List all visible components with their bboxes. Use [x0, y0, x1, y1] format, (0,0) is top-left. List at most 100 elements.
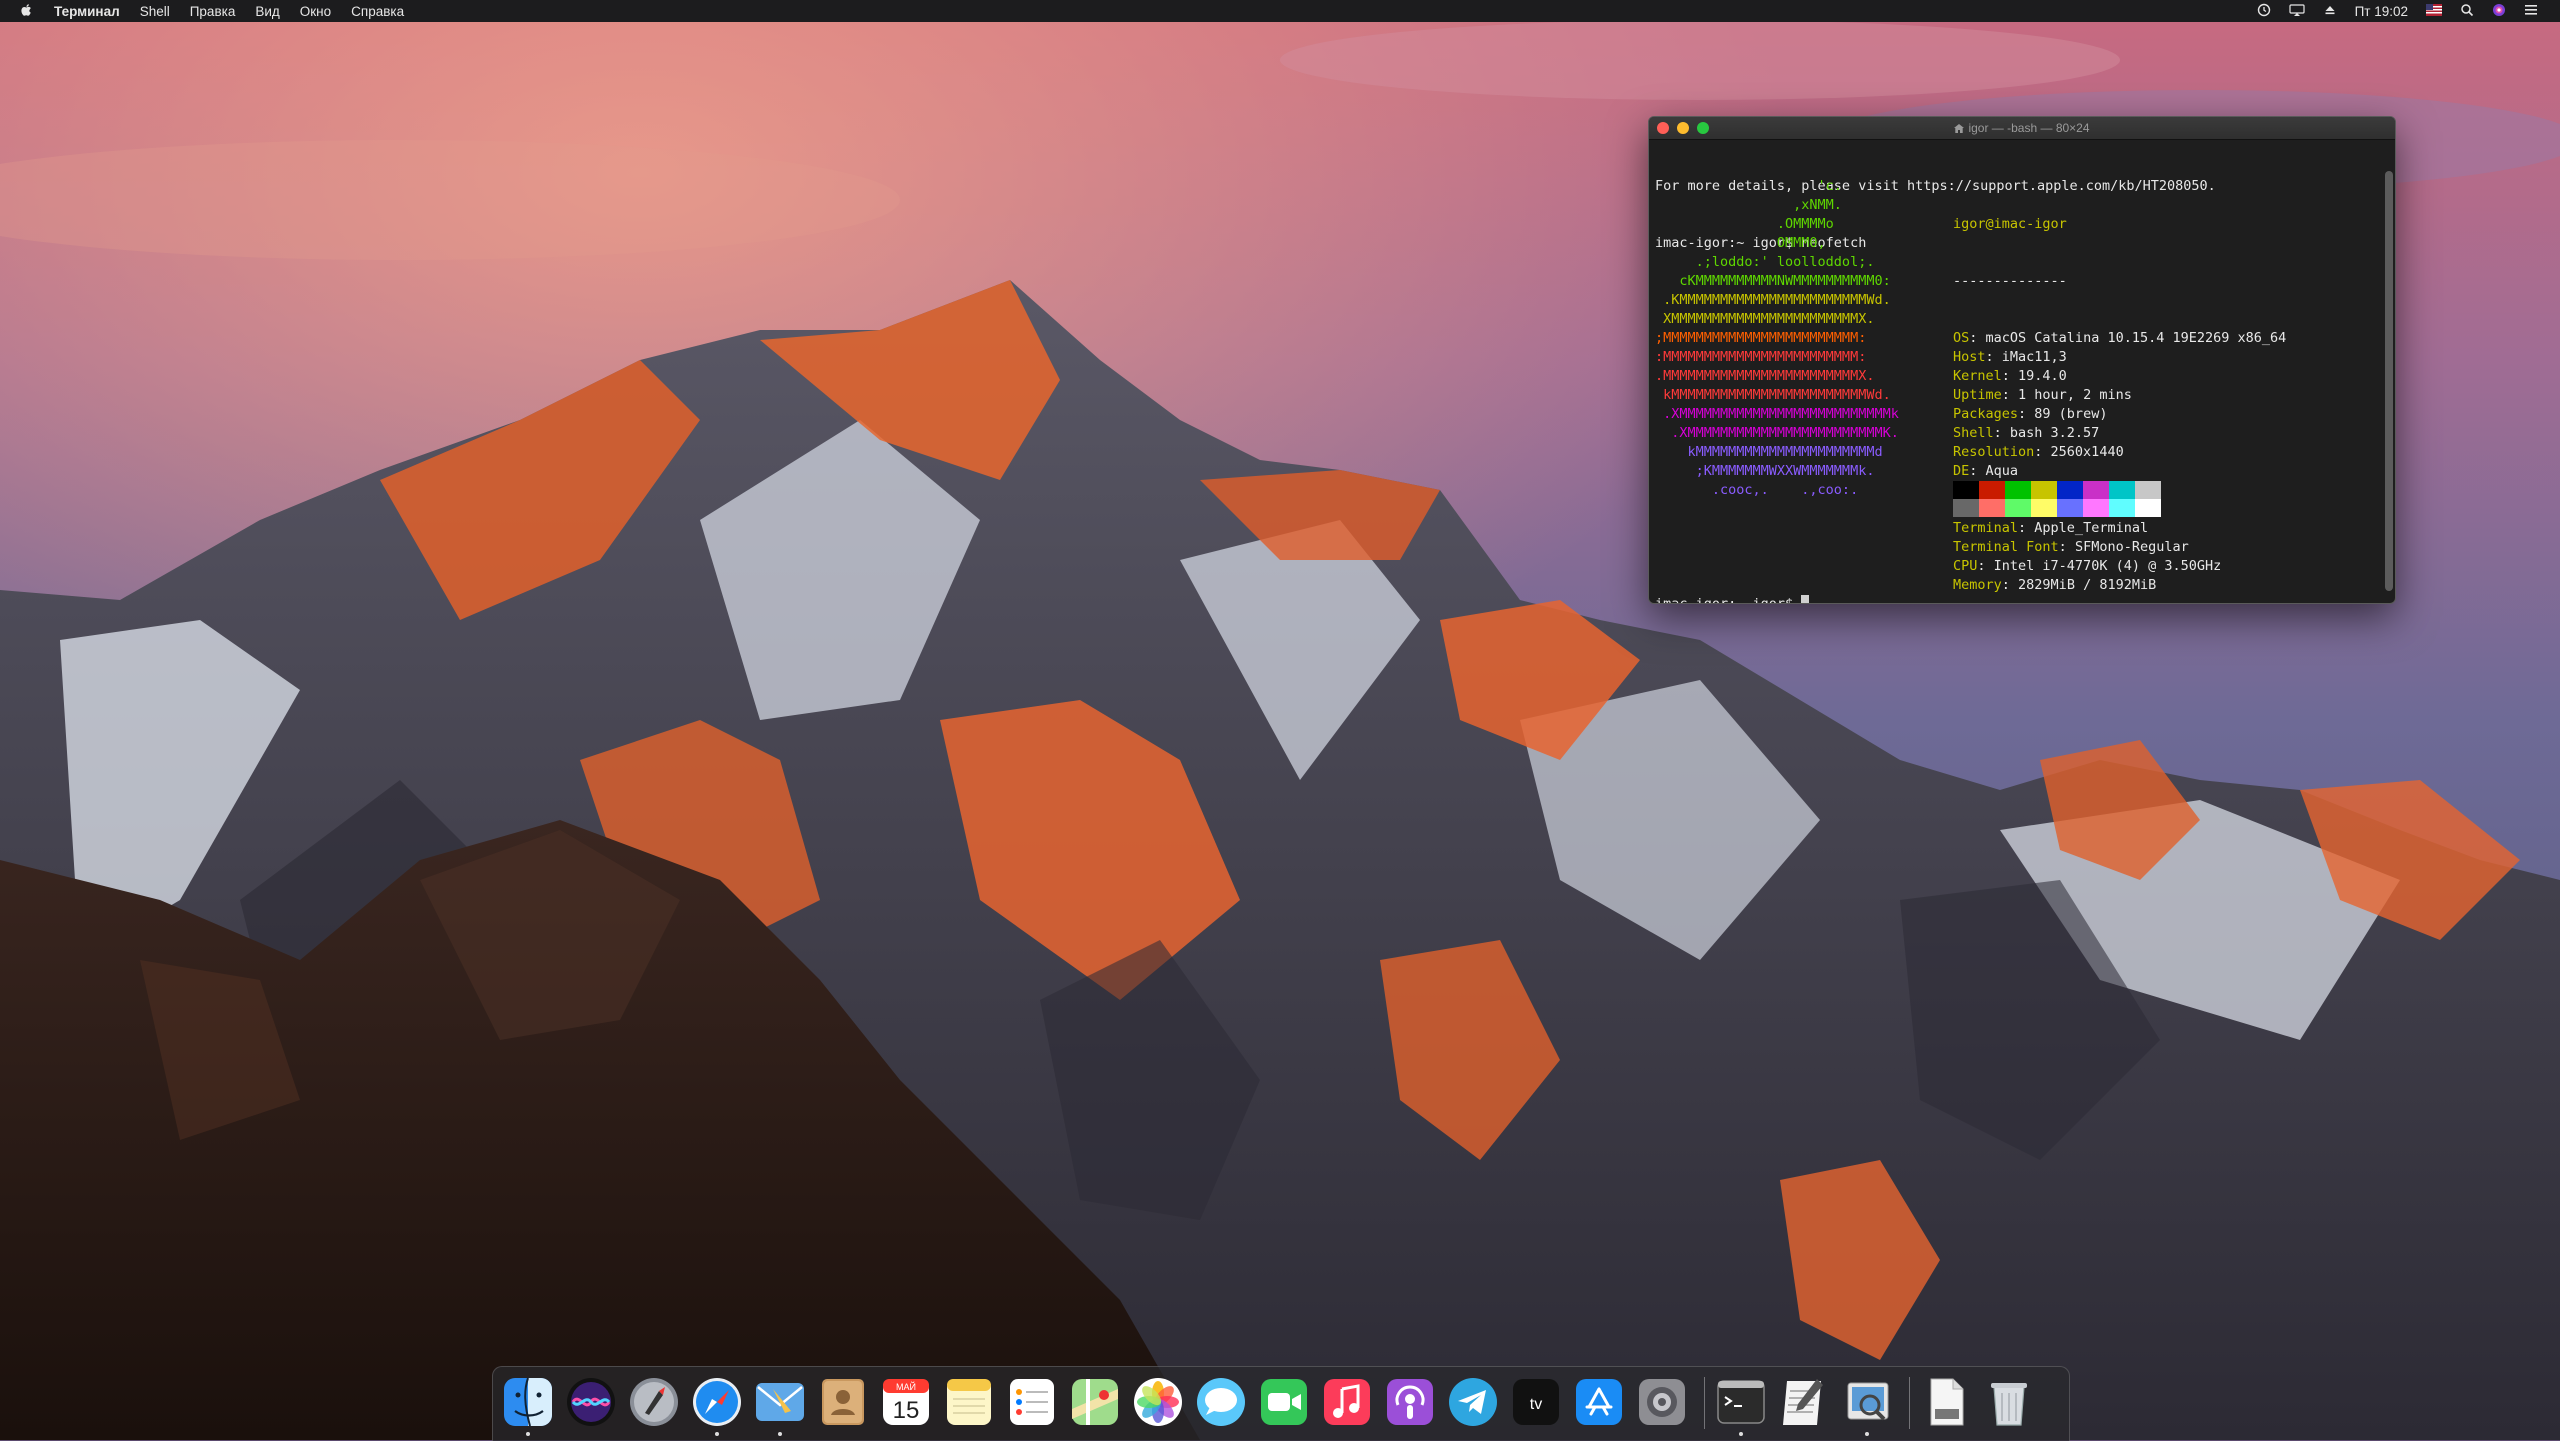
neofetch-info-colon: : [1969, 330, 1986, 346]
app-store-icon[interactable] [1572, 1375, 1626, 1429]
time-machine-icon[interactable] [2257, 3, 2271, 20]
dock-separator [1704, 1377, 1705, 1429]
finder-icon[interactable] [501, 1375, 555, 1429]
contacts-icon[interactable] [816, 1375, 870, 1429]
neofetch-info-row: OS: macOS Catalina 10.15.4 19E2269 x86_6… [1953, 329, 2286, 348]
neofetch-info-colon: : [2058, 539, 2075, 555]
neofetch-info-value: macOS Catalina 10.15.4 19E2269 x86_64 [1985, 330, 2287, 346]
maps-icon[interactable] [1068, 1375, 1122, 1429]
neofetch-info-value: Aqua [1985, 463, 2019, 479]
menu-window[interactable]: Окно [300, 4, 331, 19]
launchpad-icon[interactable] [627, 1375, 681, 1429]
reminders-icon[interactable] [1005, 1375, 1059, 1429]
neofetch-info-value: bash 3.2.57 [2009, 425, 2100, 441]
notes-icon[interactable] [942, 1375, 996, 1429]
color-swatch [2005, 499, 2031, 517]
neofetch-info-colon: : [1993, 425, 2010, 441]
terminal-title: igor — -bash — 80×24 [1649, 121, 2395, 135]
flag-us-icon[interactable] [2426, 3, 2442, 19]
control-center-icon[interactable] [2524, 3, 2538, 20]
calendar-icon[interactable]: МАЙ 15 [879, 1375, 933, 1429]
neofetch-info-label: Terminal [1953, 520, 2019, 536]
siri-icon[interactable] [564, 1375, 618, 1429]
running-indicator [1739, 1432, 1743, 1436]
neofetch-info-row: Terminal Font: SFMono-Regular [1953, 538, 2286, 557]
terminal-title-text: igor — -bash — 80×24 [1968, 121, 2090, 135]
color-palette-bright [1953, 499, 2161, 517]
color-swatch [2083, 481, 2109, 499]
neofetch-info-value: Intel i7-4770K (4) @ 3.50GHz [1993, 558, 2222, 574]
neofetch-logo-line: .MMMMMMMMMMMMMMMMMMMMMMMMX. [1655, 368, 1875, 384]
mail-icon[interactable] [753, 1375, 807, 1429]
neofetch-info-row: Kernel: 19.4.0 [1953, 367, 2286, 386]
podcasts-icon[interactable] [1383, 1375, 1437, 1429]
menu-shell[interactable]: Shell [140, 4, 170, 19]
terminal-window[interactable]: igor — -bash — 80×24 For more details, p… [1648, 116, 2396, 604]
safari-icon[interactable] [690, 1375, 744, 1429]
neofetch-info-label: Terminal Font [1953, 539, 2059, 555]
neofetch-logo-line: XMMMMMMMMMMMMMMMMMMMMMMMX. [1655, 311, 1875, 327]
menu-app-name[interactable]: Терминал [54, 4, 120, 19]
calendar-month: МАЙ [896, 1381, 916, 1392]
neofetch-info-value: 2829MiB / 8192MiB [2018, 577, 2157, 593]
dock: МАЙ 15 tv [492, 1366, 2070, 1441]
messages-icon[interactable] [1194, 1375, 1248, 1429]
facetime-icon[interactable] [1257, 1375, 1311, 1429]
neofetch-logo-line: kMMMMMMMMMMMMMMMMMMMMMMMMWd. [1655, 387, 1891, 403]
menu-clock[interactable]: Пт 19:02 [2355, 4, 2408, 19]
textedit-icon[interactable] [1777, 1375, 1831, 1429]
neofetch-info-row: Packages: 89 (brew) [1953, 405, 2286, 424]
preview-icon[interactable] [1840, 1375, 1894, 1429]
neofetch-logo: 'c. ,xNMM. .OMMMMo OMMM0, .;loddo:' lool… [1655, 177, 1899, 500]
home-folder-icon [1954, 124, 1965, 133]
tv-icon[interactable]: tv [1509, 1375, 1563, 1429]
neofetch-logo-line: ;MMMMMMMMMMMMMMMMMMMMMMMM: [1655, 330, 1867, 346]
neofetch-logo-line: .XMMMMMMMMMMMMMMMMMMMMMMMMMMk [1655, 406, 1899, 422]
spotlight-icon[interactable] [2460, 3, 2474, 20]
neofetch-logo-line: :MMMMMMMMMMMMMMMMMMMMMMMM: [1655, 349, 1867, 365]
apple-menu-icon[interactable] [20, 3, 34, 20]
terminal-prompt: imac-igor:~ igor$ [1655, 596, 1802, 604]
neofetch-logo-line: 'c. [1655, 178, 1842, 194]
airplay-display-icon[interactable] [2288, 3, 2305, 20]
neofetch-logo-line: ;KMMMMMMMWXXWMMMMMMMk. [1655, 463, 1875, 479]
neofetch-info-row: Host: iMac11,3 [1953, 348, 2286, 367]
siri-menu-icon[interactable] [2492, 3, 2506, 20]
color-swatch [2057, 499, 2083, 517]
neofetch-info-value: Apple_Terminal [2034, 520, 2149, 536]
telegram-icon[interactable] [1446, 1375, 1500, 1429]
terminal-content[interactable]: For more details, please visit https://s… [1655, 139, 2379, 603]
neofetch-info-label: DE [1953, 463, 1970, 479]
neofetch-info-label: Host [1953, 349, 1986, 365]
neofetch-info-value: 19.4.0 [2018, 368, 2067, 384]
neofetch-info-row: DE: Aqua [1953, 462, 2286, 481]
neofetch-info-row: Resolution: 2560x1440 [1953, 443, 2286, 462]
color-swatch [1979, 481, 2005, 499]
neofetch-info-colon: : [1969, 463, 1986, 479]
scrollbar-thumb[interactable] [2385, 171, 2393, 591]
neofetch-info-value: 89 (brew) [2034, 406, 2108, 422]
menu-bar: Терминал Shell Правка Вид Окно Справка П… [0, 0, 2560, 22]
color-swatch [2135, 499, 2161, 517]
running-indicator [778, 1432, 782, 1436]
menu-edit[interactable]: Правка [190, 4, 236, 19]
terminal-icon[interactable] [1714, 1375, 1768, 1429]
trash-icon[interactable] [1982, 1375, 2036, 1429]
photos-icon[interactable] [1131, 1375, 1185, 1429]
terminal-titlebar[interactable]: igor — -bash — 80×24 [1649, 117, 2395, 140]
terminal-scrollbar[interactable] [2385, 141, 2393, 601]
neofetch-info-label: Kernel [1953, 368, 2002, 384]
system-preferences-icon[interactable] [1635, 1375, 1689, 1429]
menu-help[interactable]: Справка [351, 4, 404, 19]
neofetch-logo-line: OMMM0, [1655, 235, 1826, 251]
menu-view[interactable]: Вид [255, 4, 279, 19]
document-icon[interactable] [1919, 1375, 1973, 1429]
color-swatch [2031, 481, 2057, 499]
neofetch-separator: -------------- [1953, 273, 2067, 289]
neofetch-info-colon: : [2001, 577, 2019, 593]
music-icon[interactable] [1320, 1375, 1374, 1429]
neofetch-info-colon: : [2001, 387, 2019, 403]
eject-icon[interactable] [2323, 3, 2337, 20]
color-swatch [1953, 499, 1979, 517]
neofetch-info-label: Resolution [1953, 444, 2035, 460]
